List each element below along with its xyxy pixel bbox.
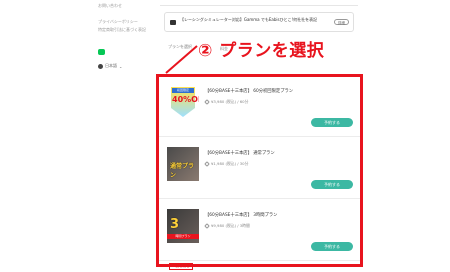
reserve-button[interactable]: 予約する — [311, 180, 353, 189]
language-label: 日本語 — [105, 63, 117, 68]
top-divider — [160, 0, 358, 6]
reserve-button[interactable]: 予約する — [311, 118, 353, 127]
notice-detail-badge[interactable]: 詳細 — [334, 19, 349, 25]
thumb-label: 3 — [170, 217, 180, 232]
plan-card[interactable]: 3 時間プラン 【60分BASE十三本店】 3時間プラン ¥9,980 (税込)… — [159, 203, 360, 261]
sidebar-link-contact[interactable]: お問い合わせ — [98, 3, 122, 9]
plan-price: ¥3,980 (税込) / 60分 — [211, 99, 249, 104]
language-selector[interactable]: 日本語 ⌄ — [98, 63, 122, 69]
notice-icon — [170, 20, 176, 25]
thumb-label: 通常プラン — [170, 163, 195, 179]
plan-meta: ¥1,980 (税込) / 30分 — [204, 161, 249, 167]
more-plans-link[interactable]: 一覧を見る — [169, 263, 193, 270]
callout-select-plan: ② プランを選択 — [198, 41, 325, 61]
notice-text: 【レーシングシミュレーター対応】Gamma でもEabisひとこ!何社社を表記 — [180, 17, 318, 22]
plan-price: ¥1,980 (税込) / 30分 — [211, 161, 249, 166]
globe-icon — [98, 63, 103, 69]
sidebar-link-legal[interactable]: 特定商取引法に基づく表記 — [98, 27, 146, 33]
thumb-label: 40%OFF — [172, 95, 199, 104]
plan-title: 【60分BASE十三本店】 通常プラン — [205, 151, 275, 156]
plan-list-highlight: 初回限定 40%OFF 【60分BASE十三本店】 60分初回限定プラン ¥3,… — [156, 74, 363, 270]
plan-thumbnail: 通常プラン — [167, 147, 199, 181]
plan-card[interactable]: 初回限定 40%OFF 【60分BASE十三本店】 60分初回限定プラン ¥3,… — [159, 79, 360, 137]
plan-thumbnail: 初回限定 40%OFF — [167, 85, 199, 119]
price-tag-icon — [204, 223, 210, 229]
sidebar: お問い合わせ プライバシーポリシー 特定商取引法に基づく表記 日本語 ⌄ — [0, 0, 150, 272]
sidebar-link-privacy[interactable]: プライバシーポリシー — [98, 19, 138, 25]
notice-banner[interactable]: 【レーシングシミュレーター対応】Gamma でもEabisひとこ!何社社を表記 … — [164, 12, 354, 32]
price-tag-icon — [204, 161, 210, 167]
plan-title: 【60分BASE十三本店】 60分初回限定プラン — [205, 89, 294, 94]
reserve-button[interactable]: 予約する — [311, 242, 353, 251]
price-tag-icon — [204, 99, 210, 105]
page: お問い合わせ プライバシーポリシー 特定商取引法に基づく表記 日本語 ⌄ 【レー… — [0, 0, 450, 272]
plan-title: 【60分BASE十三本店】 3時間プラン — [205, 213, 278, 218]
thumb-bar-label: 時間プラン — [167, 234, 199, 239]
plan-thumbnail: 3 時間プラン — [167, 209, 199, 243]
plan-meta: ¥3,980 (税込) / 60分 — [204, 99, 249, 105]
chevron-down-icon: ⌄ — [119, 63, 123, 69]
plan-meta: ¥9,980 (税込) / 3時間 — [204, 223, 250, 229]
plan-card[interactable]: 通常プラン 【60分BASE十三本店】 通常プラン ¥1,980 (税込) / … — [159, 141, 360, 199]
section-label: プランを選択 — [168, 44, 192, 49]
line-icon[interactable] — [98, 49, 105, 55]
plan-price: ¥9,980 (税込) / 3時間 — [211, 223, 250, 228]
thumb-label-top: 初回限定 — [172, 88, 194, 93]
